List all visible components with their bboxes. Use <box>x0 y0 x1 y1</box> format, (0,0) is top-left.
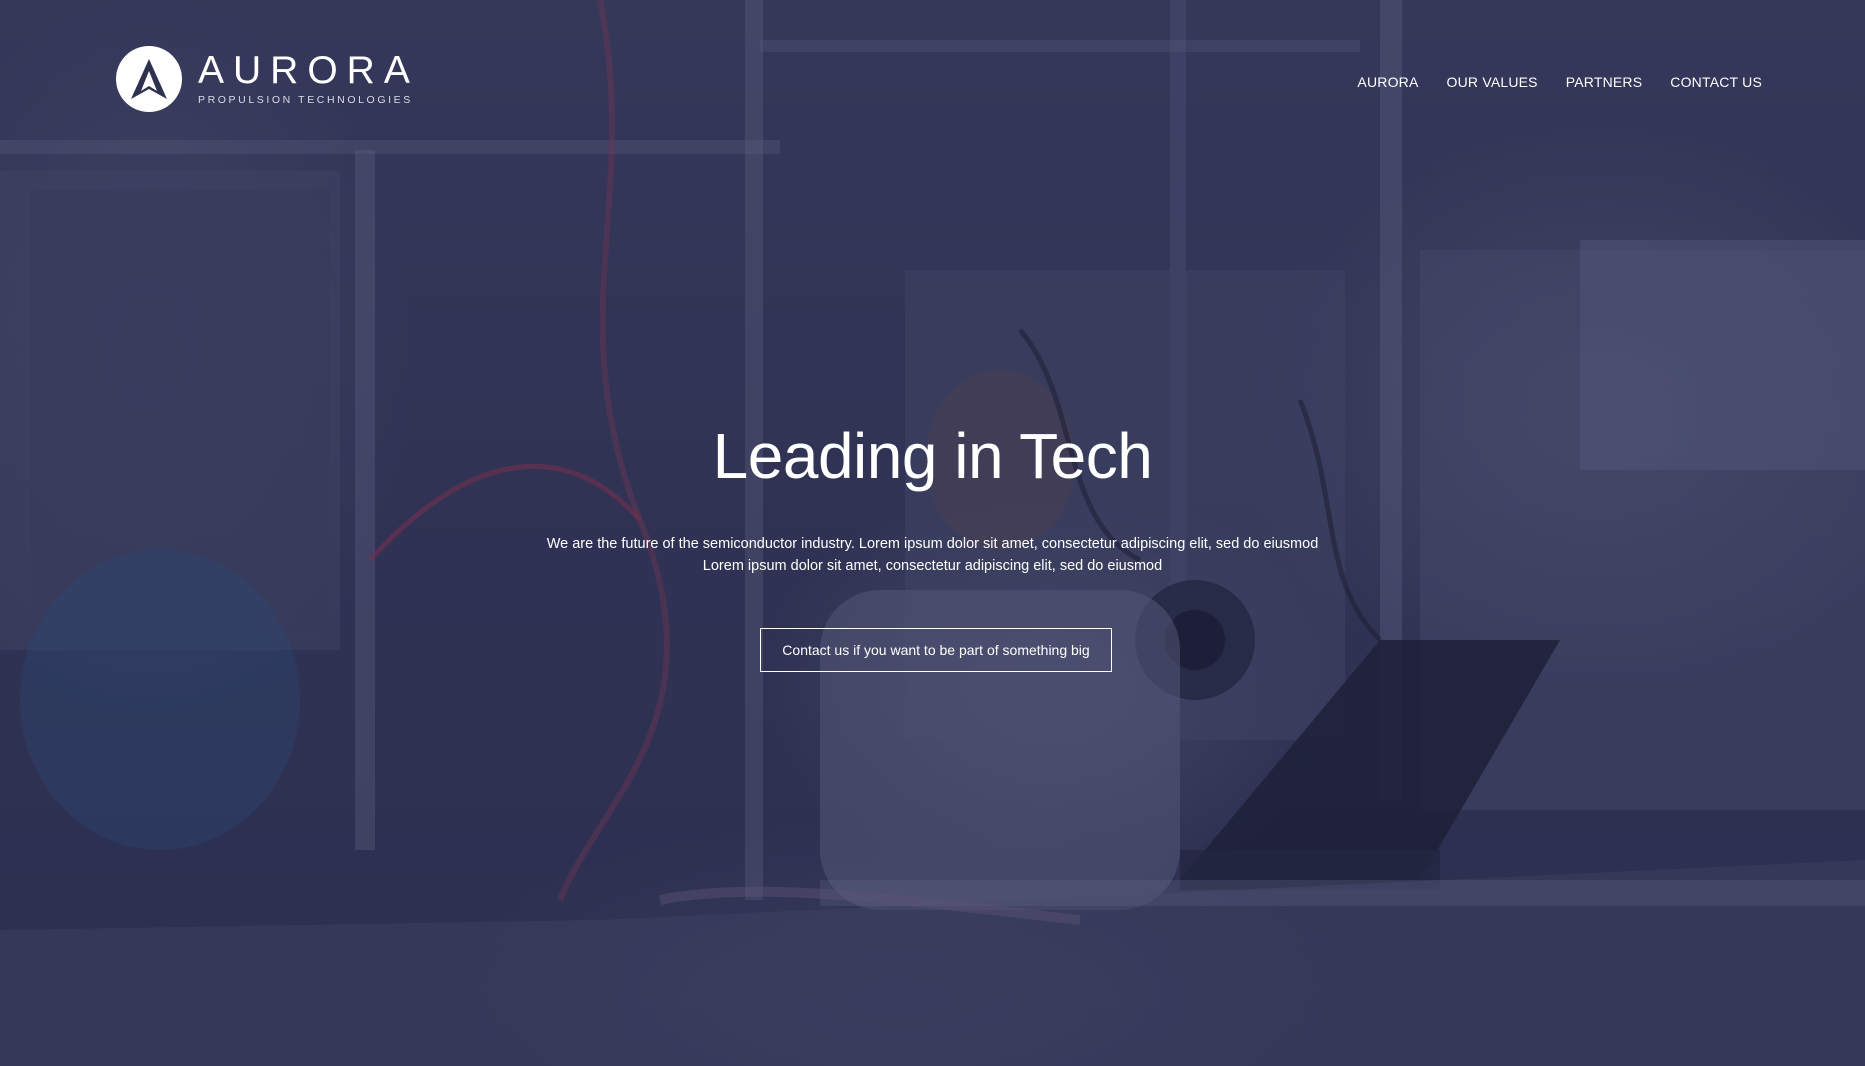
contact-cta-button[interactable]: Contact us if you want to be part of som… <box>760 628 1112 672</box>
hero-subtitle-line-1: We are the future of the semiconductor i… <box>546 536 1319 552</box>
brand-name: AURORA <box>198 49 419 92</box>
brand-logo[interactable]: AURORA PROPULSION TECHNOLOGIES <box>116 46 419 112</box>
hero-title: Leading in Tech <box>712 420 1153 492</box>
hero-subtitle-line-2: Lorem ipsum dolor sit amet, consectetur … <box>702 558 1163 574</box>
hero-subtitle: We are the future of the semiconductor i… <box>0 533 1865 577</box>
nav-item-contact-us[interactable]: CONTACT US <box>1670 74 1762 90</box>
nav-item-our-values[interactable]: OUR VALUES <box>1447 74 1538 90</box>
nav-item-aurora[interactable]: AURORA <box>1357 74 1418 90</box>
aurora-arrow-logo-icon <box>116 46 182 112</box>
brand-tagline: PROPULSION TECHNOLOGIES <box>198 94 413 106</box>
nav-item-partners[interactable]: PARTNERS <box>1566 74 1643 90</box>
hero-section: AURORA PROPULSION TECHNOLOGIES AURORA OU… <box>0 0 1865 1066</box>
main-nav: AURORA OUR VALUES PARTNERS CONTACT US <box>1357 74 1762 90</box>
